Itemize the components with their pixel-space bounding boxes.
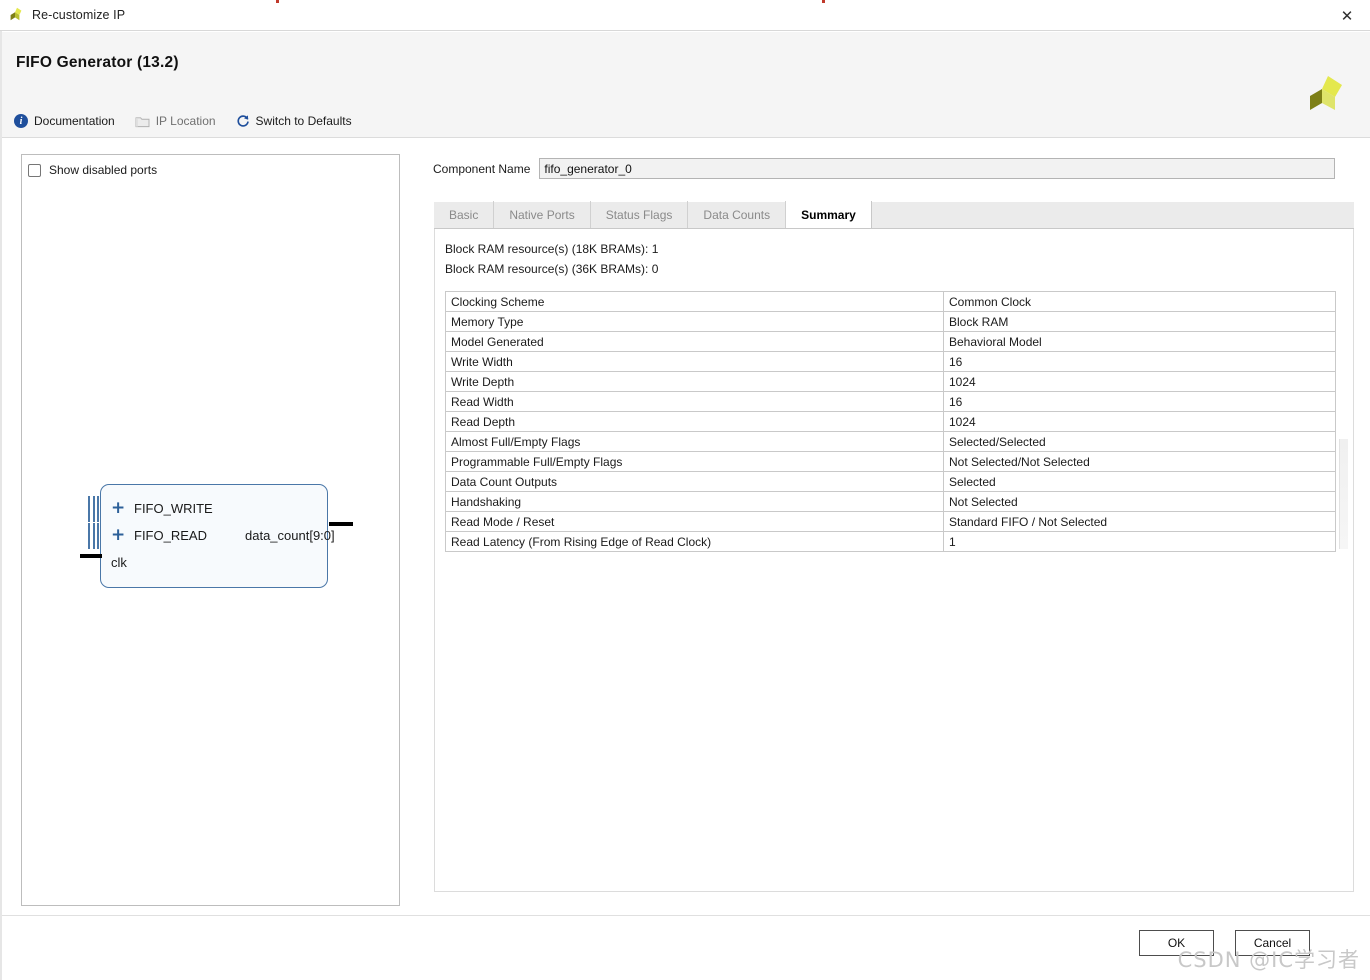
port-label-clk: clk bbox=[111, 555, 127, 570]
summary-key: Read Latency (From Rising Edge of Read C… bbox=[445, 531, 944, 552]
port-label-fifo-write: FIFO_WRITE bbox=[134, 501, 213, 516]
component-name-row: Component Name bbox=[433, 158, 1335, 179]
window-edge-marker-right bbox=[822, 0, 825, 3]
tab-summary[interactable]: Summary bbox=[786, 201, 872, 228]
summary-value: 16 bbox=[943, 391, 1336, 412]
xilinx-brand-logo-icon bbox=[1304, 74, 1348, 114]
component-name-input[interactable] bbox=[539, 158, 1335, 179]
summary-table: Clocking Scheme Common Clock Memory Type… bbox=[445, 291, 1336, 552]
window-title-bar: Re-customize IP ✕ bbox=[0, 0, 1370, 31]
port-label-fifo-read: FIFO_READ bbox=[134, 528, 207, 543]
table-row: Read Width 16 bbox=[445, 391, 1336, 412]
summary-key: Programmable Full/Empty Flags bbox=[445, 451, 944, 472]
documentation-label: Documentation bbox=[34, 114, 115, 128]
summary-value: Selected/Selected bbox=[943, 431, 1336, 452]
refresh-icon bbox=[236, 114, 250, 128]
summary-key: Write Depth bbox=[445, 371, 944, 392]
ok-button[interactable]: OK bbox=[1139, 930, 1214, 956]
close-icon[interactable]: ✕ bbox=[1324, 0, 1370, 31]
expand-icon-fifo-read[interactable]: + bbox=[111, 527, 125, 544]
tab-basic[interactable]: Basic bbox=[434, 201, 495, 228]
output-port-stub-data-count bbox=[329, 522, 353, 526]
summary-value: Standard FIFO / Not Selected bbox=[943, 511, 1336, 532]
table-row: Handshaking Not Selected bbox=[445, 491, 1336, 512]
ip-location-button[interactable]: IP Location bbox=[133, 112, 218, 130]
summary-key: Data Count Outputs bbox=[445, 471, 944, 492]
fifo-block-diagram: + + FIFO_WRITE FIFO_READ clk data_count[… bbox=[64, 482, 364, 597]
page-title: FIFO Generator (13.2) bbox=[16, 54, 179, 71]
summary-key: Write Width bbox=[445, 351, 944, 372]
cancel-button[interactable]: Cancel bbox=[1235, 930, 1310, 956]
summary-value: 1 bbox=[943, 531, 1336, 552]
window-edge-marker-left bbox=[276, 0, 279, 3]
input-port-stub-clk bbox=[80, 554, 102, 558]
table-row: Clocking Scheme Common Clock bbox=[445, 291, 1336, 312]
folder-icon bbox=[135, 115, 150, 128]
ip-location-label: IP Location bbox=[155, 114, 216, 128]
checkbox-box[interactable] bbox=[28, 163, 41, 177]
table-row: Memory Type Block RAM bbox=[445, 311, 1336, 332]
component-name-label: Component Name bbox=[433, 161, 531, 176]
switch-to-defaults-button[interactable]: Switch to Defaults bbox=[234, 112, 354, 130]
summary-value: Block RAM bbox=[943, 311, 1336, 332]
show-disabled-ports-checkbox[interactable]: Show disabled ports bbox=[28, 163, 157, 177]
summary-tab-content: Block RAM resource(s) (18K BRAMs): 1 Blo… bbox=[434, 229, 1354, 892]
table-row: Data Count Outputs Selected bbox=[445, 471, 1336, 492]
bram-36k-line: Block RAM resource(s) (36K BRAMs): 0 bbox=[445, 262, 659, 276]
summary-value: 1024 bbox=[943, 371, 1336, 392]
table-row: Programmable Full/Empty Flags Not Select… bbox=[445, 451, 1336, 472]
tab-bar: Basic Native Ports Status Flags Data Cou… bbox=[434, 201, 1354, 229]
ip-toolbar: i Documentation IP Location Switch to De… bbox=[12, 108, 354, 134]
tab-data-counts[interactable]: Data Counts bbox=[688, 201, 787, 228]
summary-key: Read Width bbox=[445, 391, 944, 412]
tab-status-flags[interactable]: Status Flags bbox=[591, 201, 689, 228]
summary-key: Model Generated bbox=[445, 331, 944, 352]
dialog-footer: OK Cancel bbox=[2, 915, 1370, 980]
table-row: Almost Full/Empty Flags Selected/Selecte… bbox=[445, 431, 1336, 452]
expand-icon-fifo-write[interactable]: + bbox=[111, 500, 125, 517]
port-diagram-panel: Show disabled ports + + FIFO_WRITE FIFO_… bbox=[21, 154, 400, 906]
summary-table-body: Clocking Scheme Common Clock Memory Type… bbox=[445, 291, 1336, 552]
switch-to-defaults-label: Switch to Defaults bbox=[255, 114, 352, 128]
summary-key: Handshaking bbox=[445, 491, 944, 512]
dialog-body: Show disabled ports + + FIFO_WRITE FIFO_… bbox=[2, 138, 1370, 915]
info-icon: i bbox=[14, 114, 28, 128]
xilinx-logo-icon bbox=[9, 7, 25, 23]
table-row: Write Width 16 bbox=[445, 351, 1336, 372]
summary-value: Common Clock bbox=[943, 291, 1336, 312]
bus-port-marker-fifo-write bbox=[88, 496, 99, 522]
summary-value: Not Selected/Not Selected bbox=[943, 451, 1336, 472]
bram-18k-line: Block RAM resource(s) (18K BRAMs): 1 bbox=[445, 242, 659, 256]
show-disabled-ports-label: Show disabled ports bbox=[49, 163, 158, 177]
summary-value: Not Selected bbox=[943, 491, 1336, 512]
vertical-scrollbar[interactable] bbox=[1339, 439, 1348, 549]
summary-value: Behavioral Model bbox=[943, 331, 1336, 352]
summary-key: Clocking Scheme bbox=[445, 291, 944, 312]
summary-key: Read Mode / Reset bbox=[445, 511, 944, 532]
documentation-button[interactable]: i Documentation bbox=[12, 112, 117, 130]
configuration-panel: Component Name Basic Native Ports Status… bbox=[416, 154, 1354, 906]
table-row: Write Depth 1024 bbox=[445, 371, 1336, 392]
ip-header: FIFO Generator (13.2) i Documentation IP… bbox=[2, 32, 1370, 138]
summary-key: Read Depth bbox=[445, 411, 944, 432]
summary-key: Almost Full/Empty Flags bbox=[445, 431, 944, 452]
bus-port-marker-fifo-read bbox=[88, 523, 99, 549]
summary-value: Selected bbox=[943, 471, 1336, 492]
summary-key: Memory Type bbox=[445, 311, 944, 332]
port-label-data-count: data_count[9:0] bbox=[245, 528, 335, 543]
table-row: Model Generated Behavioral Model bbox=[445, 331, 1336, 352]
table-row: Read Depth 1024 bbox=[445, 411, 1336, 432]
tab-native-ports[interactable]: Native Ports bbox=[494, 201, 591, 228]
window-title: Re-customize IP bbox=[32, 8, 126, 22]
table-row: Read Latency (From Rising Edge of Read C… bbox=[445, 531, 1336, 552]
summary-value: 1024 bbox=[943, 411, 1336, 432]
table-row: Read Mode / Reset Standard FIFO / Not Se… bbox=[445, 511, 1336, 532]
summary-value: 16 bbox=[943, 351, 1336, 372]
